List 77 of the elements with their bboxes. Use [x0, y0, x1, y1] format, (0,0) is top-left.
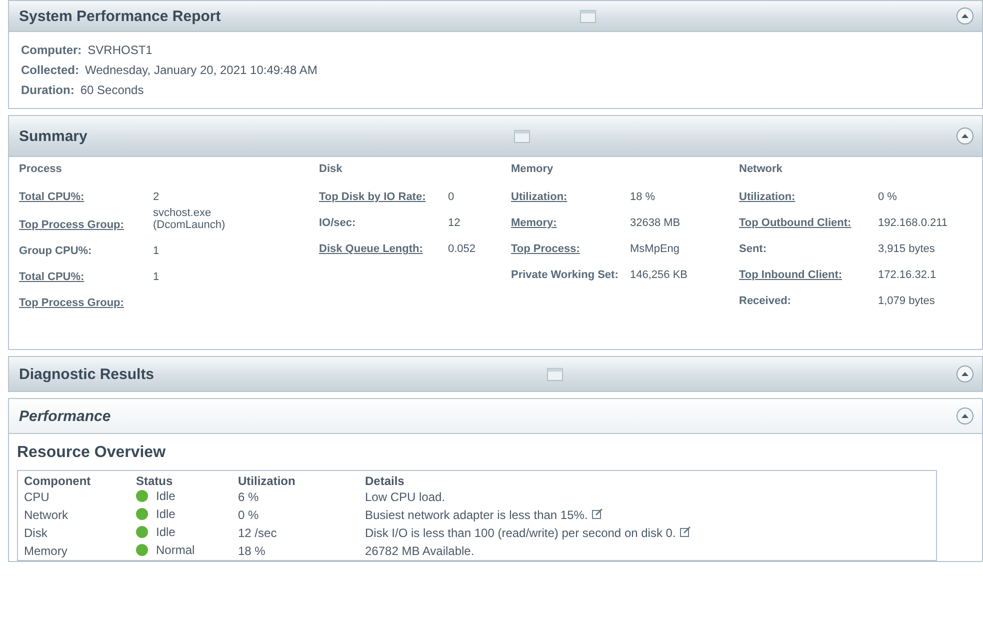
section-title: Performance	[19, 408, 111, 424]
table-cell-text: 12 /sec	[237, 525, 278, 542]
metric-value: 1,079 bytes	[878, 295, 936, 307]
note-icon[interactable]	[680, 526, 691, 537]
metric-label: Private Working Set:	[511, 269, 620, 281]
table-cell-text: 6 %	[237, 489, 260, 506]
metric-value: 32638 MB	[630, 217, 682, 229]
metric-label: Received:	[739, 295, 792, 307]
metric-value: 12	[448, 217, 462, 229]
metric-value: 146,256 KB	[630, 269, 688, 281]
metric-link[interactable]: Utilization:	[739, 191, 874, 203]
metric-value: 172.16.32.1	[878, 269, 938, 281]
info-value: 60 Seconds	[80, 82, 144, 99]
column-header: Details	[359, 470, 936, 488]
table-cell: CPU	[18, 488, 130, 506]
details-text: Busiest network adapter is less than 15%.	[365, 508, 588, 522]
metric-value: 18 %	[630, 191, 656, 203]
metric-value: MsMpEng	[630, 243, 681, 255]
section-title: System Performance Report	[19, 8, 221, 24]
status-text: Normal	[156, 543, 195, 557]
metric-value: 0.052	[448, 243, 477, 255]
table-cell: Memory	[18, 542, 130, 560]
column-header: Status	[130, 470, 232, 488]
metric-link[interactable]: Disk Queue Length:	[319, 243, 444, 255]
status-text: Idle	[156, 525, 176, 539]
window-icon	[580, 10, 596, 22]
metric-label: IO/sec:	[319, 217, 357, 229]
metric-label: Group CPU%:	[19, 245, 93, 257]
metric-link[interactable]: Top Inbound Client:	[739, 269, 874, 281]
collapse-button[interactable]	[956, 365, 974, 383]
note-icon[interactable]	[592, 508, 603, 519]
info-value: Wednesday, January 20, 2021 10:49:48 AM	[85, 62, 318, 79]
metric-value: 0 %	[878, 191, 898, 203]
metric-value: 1	[153, 271, 160, 283]
column-heading: Memory	[511, 163, 554, 175]
metric-value: svchost.exe (DcomLaunch)	[153, 207, 226, 231]
table-cell: Disk	[18, 524, 130, 542]
collapse-button[interactable]	[956, 127, 974, 145]
status-text: Idle	[156, 489, 176, 503]
table-cell: Network	[18, 506, 130, 524]
column-header: Utilization	[232, 470, 359, 488]
metric-link[interactable]: Total CPU%:	[19, 191, 149, 203]
metric-link[interactable]: Utilization:	[511, 191, 626, 203]
table-cell: 18 %	[232, 542, 359, 560]
column-heading: Disk	[319, 163, 344, 175]
metric-link[interactable]: Memory:	[511, 217, 626, 229]
metric-value: 2	[153, 191, 160, 203]
metric-link[interactable]: Top Process:	[511, 243, 626, 255]
metric-link[interactable]: Total CPU%:	[19, 271, 149, 283]
column-heading: Process	[19, 163, 63, 175]
info-value: SVRHOST1	[88, 42, 152, 59]
window-icon	[547, 368, 564, 380]
info-label: Computer:	[21, 42, 82, 59]
metric-value: 192.168.0.211	[878, 217, 949, 229]
collapse-button[interactable]	[956, 7, 974, 25]
section-title: Summary	[19, 128, 88, 144]
metric-link[interactable]: Top Process Group:	[19, 297, 149, 309]
column-header: Component	[18, 470, 130, 488]
column-heading: Network	[739, 163, 784, 175]
status-text: Idle	[156, 507, 176, 521]
collapse-button[interactable]	[956, 407, 974, 425]
info-label: Collected:	[21, 62, 80, 79]
details-text: 26782 MB Available.	[365, 544, 474, 558]
metric-link[interactable]: Top Outbound Client:	[739, 217, 874, 229]
metric-value: 0	[448, 191, 456, 203]
info-label: Duration:	[21, 82, 74, 99]
window-icon	[514, 130, 530, 142]
metric-value: 3,915 bytes	[878, 243, 936, 255]
metric-link[interactable]: Top Process Group:	[19, 219, 149, 231]
metric-link[interactable]: Top Disk by IO Rate:	[319, 191, 444, 203]
metric-value: 1	[153, 245, 160, 257]
subsection-title: Resource Overview	[17, 444, 166, 461]
section-title: Diagnostic Results	[19, 366, 154, 382]
metric-label: Sent:	[739, 243, 768, 255]
table-cell-text: 0 %	[237, 507, 260, 524]
details-text: Low CPU load.	[365, 490, 446, 504]
details-text: Disk I/O is less than 100 (read/write) per second on disk 0.	[365, 526, 676, 540]
